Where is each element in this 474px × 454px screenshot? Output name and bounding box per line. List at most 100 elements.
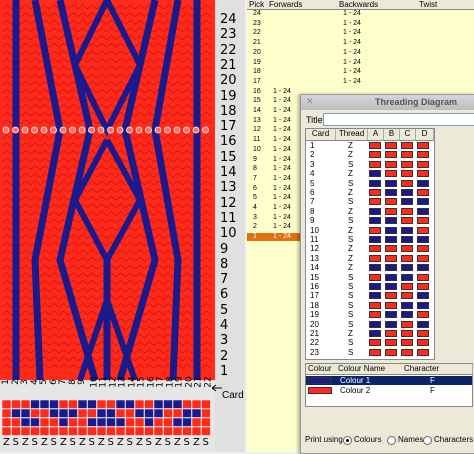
colour-table[interactable]: Colour Colour Name Character Colour 1 F Colo…: [305, 363, 473, 407]
column-header[interactable]: Thread: [336, 129, 368, 141]
hole-colour-swatch[interactable]: [369, 179, 381, 187]
hole-colour-swatch[interactable]: [369, 217, 381, 225]
column-header[interactable]: Card: [306, 129, 336, 141]
colour-swatch[interactable]: [308, 387, 332, 394]
hole-colour-swatch[interactable]: [369, 292, 381, 300]
hole-colour-swatch[interactable]: [385, 217, 397, 225]
hole-colour-swatch[interactable]: [401, 301, 413, 309]
card-row[interactable]: 2Z: [306, 150, 434, 159]
print-option-label[interactable]: Names: [398, 435, 423, 444]
hole-colour-swatch[interactable]: [401, 273, 413, 281]
hole-colour-swatch[interactable]: [401, 160, 413, 168]
hole-colour-swatch[interactable]: [417, 236, 429, 243]
hole-colour-swatch[interactable]: [417, 170, 429, 178]
hole-colour-swatch[interactable]: [417, 160, 429, 168]
column-header[interactable]: Colour Name: [336, 364, 403, 375]
hole-colour-swatch[interactable]: [385, 311, 397, 319]
card-row[interactable]: 5S: [306, 179, 434, 188]
hole-colour-swatch[interactable]: [401, 217, 413, 225]
hole-colour-swatch[interactable]: [369, 207, 381, 215]
hole-colour-swatch[interactable]: [401, 348, 413, 356]
hole-colour-swatch[interactable]: [385, 160, 397, 168]
colour-row[interactable]: Colour 2 F: [306, 386, 472, 395]
card-row[interactable]: 7S: [306, 197, 434, 206]
hole-colour-swatch[interactable]: [369, 320, 381, 328]
hole-colour-swatch[interactable]: [385, 348, 397, 356]
column-header[interactable]: Backwards: [337, 0, 418, 10]
hole-colour-swatch[interactable]: [385, 170, 397, 178]
close-icon[interactable]: ✕: [306, 97, 314, 107]
hole-colour-swatch[interactable]: [417, 151, 429, 159]
hole-colour-swatch[interactable]: [385, 264, 397, 272]
hole-colour-swatch[interactable]: [417, 245, 429, 253]
card-row[interactable]: 12 Z: [306, 244, 434, 253]
hole-colour-swatch[interactable]: [417, 264, 429, 272]
hole-colour-swatch[interactable]: [417, 339, 429, 347]
hole-colour-swatch[interactable]: [369, 330, 381, 337]
card-row[interactable]: 1Z: [306, 141, 434, 150]
hole-colour-swatch[interactable]: [369, 198, 381, 206]
card-row[interactable]: 4Z: [306, 169, 434, 178]
colour-row[interactable]: Colour 1 F: [306, 376, 472, 385]
print-option-radio[interactable]: [387, 436, 396, 445]
hole-colour-swatch[interactable]: [369, 160, 381, 168]
hole-colour-swatch[interactable]: [417, 207, 429, 215]
hole-colour-swatch[interactable]: [385, 292, 397, 300]
hole-colour-swatch[interactable]: [417, 226, 429, 234]
hole-colour-swatch[interactable]: [401, 283, 413, 290]
card-row[interactable]: 22 S: [306, 338, 434, 347]
hole-colour-swatch[interactable]: [369, 151, 381, 159]
hole-colour-swatch[interactable]: [401, 198, 413, 206]
hole-colour-swatch[interactable]: [401, 330, 413, 337]
pick-row[interactable]: 19 1 - 24: [247, 59, 474, 67]
hole-colour-swatch[interactable]: [401, 245, 413, 253]
card-row[interactable]: 13 Z: [306, 254, 434, 263]
card-row[interactable]: 3S: [306, 160, 434, 169]
column-header[interactable]: Pick: [247, 0, 268, 10]
card-row[interactable]: 19 S: [306, 310, 434, 319]
card-row[interactable]: 18 S: [306, 301, 434, 310]
hole-colour-swatch[interactable]: [369, 339, 381, 347]
hole-colour-swatch[interactable]: [401, 142, 413, 149]
hole-colour-swatch[interactable]: [401, 207, 413, 215]
hole-colour-swatch[interactable]: [417, 217, 429, 225]
hole-colour-swatch[interactable]: [385, 189, 397, 196]
hole-colour-swatch[interactable]: [417, 273, 429, 281]
hole-colour-swatch[interactable]: [401, 179, 413, 187]
hole-colour-swatch[interactable]: [401, 254, 413, 262]
hole-colour-swatch[interactable]: [369, 264, 381, 272]
pick-row[interactable]: 21 1 - 24: [247, 39, 474, 47]
hole-colour-swatch[interactable]: [369, 273, 381, 281]
card-row[interactable]: 11 S: [306, 235, 434, 244]
hole-colour-swatch[interactable]: [401, 320, 413, 328]
card-row[interactable]: 21 Z: [306, 329, 434, 338]
hole-colour-swatch[interactable]: [417, 348, 429, 356]
pick-row[interactable]: 23 1 - 24: [247, 20, 474, 28]
title-input[interactable]: [323, 113, 474, 126]
hole-colour-swatch[interactable]: [385, 236, 397, 243]
hole-colour-swatch[interactable]: [369, 348, 381, 356]
hole-colour-swatch[interactable]: [385, 330, 397, 337]
hole-colour-swatch[interactable]: [401, 292, 413, 300]
hole-colour-swatch[interactable]: [369, 189, 381, 196]
card-row[interactable]: 14 Z: [306, 263, 434, 272]
column-header[interactable]: Twist: [417, 0, 474, 10]
print-option-label[interactable]: Colours: [354, 435, 382, 444]
hole-colour-swatch[interactable]: [385, 245, 397, 253]
hole-colour-swatch[interactable]: [369, 311, 381, 319]
hole-colour-swatch[interactable]: [401, 189, 413, 196]
threading-grid[interactable]: [0, 400, 215, 436]
hole-colour-swatch[interactable]: [401, 339, 413, 347]
hole-colour-swatch[interactable]: [369, 142, 381, 149]
hole-colour-swatch[interactable]: [385, 142, 397, 149]
card-row[interactable]: 10 Z: [306, 226, 434, 235]
hole-colour-swatch[interactable]: [369, 236, 381, 243]
card-row[interactable]: 8Z: [306, 207, 434, 216]
hole-colour-swatch[interactable]: [417, 320, 429, 328]
hole-colour-swatch[interactable]: [385, 339, 397, 347]
hole-colour-swatch[interactable]: [369, 301, 381, 309]
colour-swatch[interactable]: [308, 377, 332, 384]
hole-colour-swatch[interactable]: [417, 189, 429, 196]
hole-colour-swatch[interactable]: [369, 283, 381, 290]
card-row[interactable]: 23 S: [306, 348, 434, 357]
